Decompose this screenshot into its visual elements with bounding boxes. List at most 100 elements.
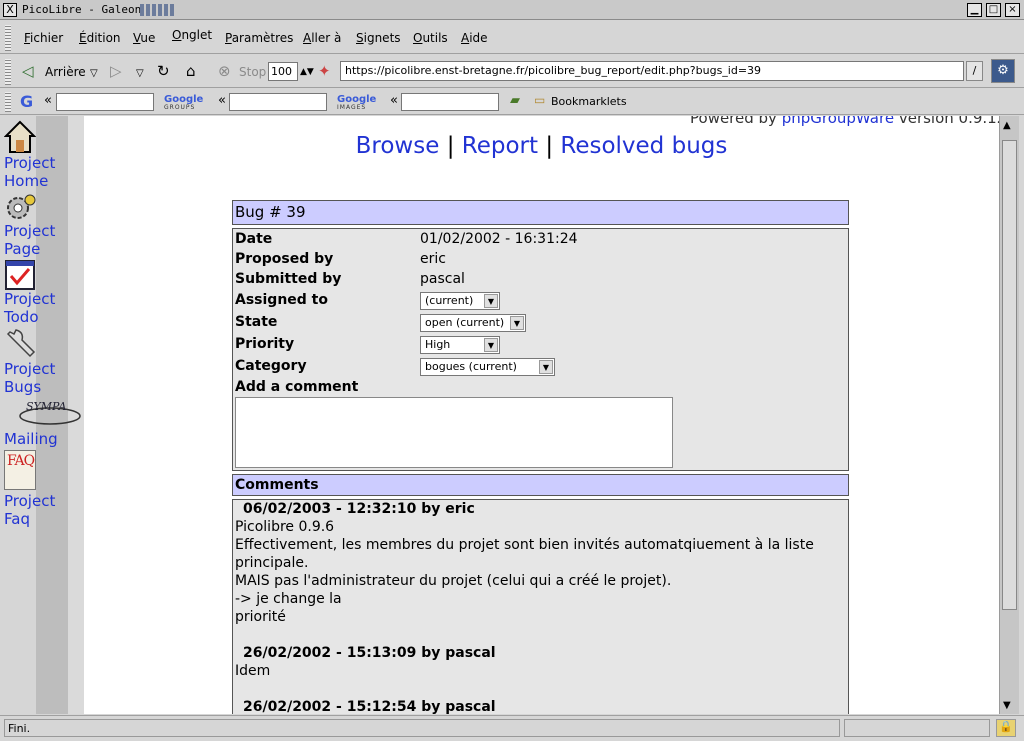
toolbar-grip[interactable] bbox=[5, 25, 11, 51]
url-field[interactable]: https://picolibre.enst-bretagne.fr/picol… bbox=[340, 61, 964, 81]
folder-icon[interactable]: ▭ bbox=[534, 93, 545, 107]
comment-textarea[interactable] bbox=[235, 397, 673, 468]
comments-list: 06/02/2003 - 12:32:10 by eric Picolibre … bbox=[232, 499, 849, 714]
book-icon[interactable]: ▰ bbox=[510, 93, 520, 108]
images-search-input[interactable] bbox=[401, 93, 499, 111]
back-arrow-icon[interactable]: ◁ bbox=[22, 64, 34, 79]
category-select[interactable]: bogues (current) ▼ bbox=[420, 358, 555, 376]
google-chevron-icon[interactable]: « bbox=[44, 93, 52, 108]
assigned-to-label: Assigned to bbox=[235, 292, 328, 308]
toolbar-grip[interactable] bbox=[5, 92, 11, 112]
comment-text: Idem bbox=[235, 663, 271, 679]
close-button[interactable]: × bbox=[1005, 3, 1020, 17]
google-g-icon[interactable]: G bbox=[20, 92, 33, 111]
menu-edition[interactable]: Édition bbox=[79, 31, 121, 45]
comment-text: Effectivement, les membres du projet son… bbox=[235, 537, 814, 553]
stop-button[interactable]: Stop bbox=[239, 65, 266, 79]
faq-logo-icon[interactable]: FAQ bbox=[4, 450, 36, 490]
groups-search-input[interactable] bbox=[229, 93, 327, 111]
images-chevron-icon[interactable]: « bbox=[390, 93, 398, 108]
groups-chevron-icon[interactable]: « bbox=[218, 93, 226, 108]
wrench-icon[interactable] bbox=[4, 328, 38, 358]
resolved-bugs-link[interactable]: Resolved bugs bbox=[560, 133, 727, 159]
url-go-button[interactable]: / bbox=[966, 61, 983, 81]
scroll-down-arrow-icon[interactable]: ▼ bbox=[1003, 700, 1011, 711]
priority-label: Priority bbox=[235, 336, 295, 352]
todo-checkbox-icon[interactable] bbox=[5, 260, 35, 290]
gear-icon[interactable] bbox=[4, 192, 38, 222]
sidebar-item-project-home[interactable]: Project Home bbox=[4, 154, 55, 190]
comment-heading: 26/02/2002 - 15:13:09 by pascal bbox=[243, 645, 496, 661]
menu-signets[interactable]: Signets bbox=[356, 31, 401, 45]
menu-parametres[interactable]: Paramètres bbox=[225, 31, 293, 45]
stop-icon[interactable]: ⊗ bbox=[218, 64, 231, 79]
google-images-logo[interactable]: Google IMAGES bbox=[337, 94, 376, 111]
menu-onglet[interactable]: Onglet bbox=[172, 28, 212, 42]
bug-header: Bug # 39 bbox=[232, 200, 849, 225]
google-groups-logo[interactable]: Google GROUPS bbox=[164, 94, 203, 111]
dropdown-arrow-icon[interactable]: ▼ bbox=[484, 338, 498, 352]
vertical-scrollbar[interactable]: ▲ ▼ bbox=[999, 116, 1019, 714]
status-bar: Fini. 🔒 bbox=[0, 715, 1024, 741]
sympa-logo-icon[interactable]: SYMPA bbox=[18, 398, 82, 426]
state-label: State bbox=[235, 314, 278, 330]
back-button[interactable]: Arrière bbox=[45, 65, 86, 79]
back-history-chevron-icon[interactable]: ▽ bbox=[90, 67, 98, 81]
comment-heading: 06/02/2003 - 12:32:10 by eric bbox=[243, 501, 475, 517]
bookmarklets-button[interactable]: Bookmarklets bbox=[551, 95, 627, 108]
page-content: Powered by phpGroupWare version 0.9.12 B… bbox=[84, 116, 999, 714]
toolbar-grip[interactable] bbox=[5, 59, 11, 85]
galeon-logo-icon[interactable]: ⚙ bbox=[991, 59, 1015, 83]
forward-history-chevron-icon[interactable]: ▽ bbox=[136, 67, 144, 81]
sidebar-item-project-page[interactable]: Project Page bbox=[4, 222, 55, 258]
proposed-by-value: eric bbox=[420, 251, 446, 267]
forward-arrow-icon[interactable]: ▷ bbox=[110, 64, 122, 79]
date-label: Date bbox=[235, 231, 273, 247]
scroll-up-arrow-icon[interactable]: ▲ bbox=[1003, 120, 1011, 131]
window-menu-icon[interactable]: X bbox=[3, 3, 17, 17]
comment-text: Picolibre 0.9.6 bbox=[235, 519, 335, 535]
sidebar-item-project-faq[interactable]: Project Faq bbox=[4, 492, 55, 528]
reload-icon[interactable]: ↻ bbox=[157, 64, 170, 79]
bug-details: Date 01/02/2002 - 16:31:24 Proposed by e… bbox=[232, 228, 849, 471]
sidebar-item-project-todo[interactable]: Project Todo bbox=[4, 290, 55, 326]
comment-text: -> je change la bbox=[235, 591, 342, 607]
menu-fichier[interactable]: Fichier bbox=[24, 31, 63, 45]
zoom-field[interactable]: 100 bbox=[268, 62, 298, 81]
secure-lock-icon[interactable]: 🔒 bbox=[996, 719, 1016, 737]
dropdown-arrow-icon[interactable]: ▼ bbox=[539, 360, 553, 374]
dropdown-arrow-icon[interactable]: ▼ bbox=[510, 316, 524, 330]
submitted-by-label: Submitted by bbox=[235, 271, 342, 287]
scrollbar-thumb[interactable] bbox=[1002, 140, 1017, 610]
sidebar-item-project-bugs[interactable]: Project Bugs bbox=[4, 360, 55, 396]
menu-outils[interactable]: Outils bbox=[413, 31, 448, 45]
comment-text: principale. bbox=[235, 555, 309, 571]
priority-select[interactable]: High ▼ bbox=[420, 336, 500, 354]
menu-vue[interactable]: Vue bbox=[133, 31, 155, 45]
comment-text: priorité bbox=[235, 609, 286, 625]
zoom-spinner-icon[interactable]: ▲▼ bbox=[300, 65, 314, 79]
submitted-by-value: pascal bbox=[420, 271, 465, 287]
phpgroupware-link[interactable]: phpGroupWare bbox=[782, 116, 894, 127]
window-titlebar: X PicoLibre - Galeon ▁ □ × bbox=[0, 0, 1024, 20]
google-toolbar: G « Google GROUPS « Google IMAGES « ▰ ▭ Bo… bbox=[0, 89, 1024, 115]
menu-aller-a[interactable]: Aller à bbox=[303, 31, 341, 45]
comment-text: MAIS pas l'administrateur du projet (cel… bbox=[235, 573, 672, 589]
bug-nav: Browse | Report | Resolved bugs bbox=[355, 133, 728, 159]
assigned-to-select[interactable]: (current) ▼ bbox=[420, 292, 500, 310]
dropdown-arrow-icon[interactable]: ▼ bbox=[484, 294, 498, 308]
minimize-button[interactable]: ▁ bbox=[967, 3, 982, 17]
menu-bar: Fichier Édition Vue Onglet Paramètres Al… bbox=[0, 21, 1024, 54]
menu-aide[interactable]: Aide bbox=[461, 31, 488, 45]
comments-header: Comments bbox=[232, 474, 849, 496]
home-house-icon[interactable] bbox=[4, 120, 36, 154]
home-icon[interactable]: ⌂ bbox=[186, 64, 196, 79]
status-text: Fini. bbox=[4, 719, 840, 737]
site-icon[interactable]: ✦ bbox=[318, 64, 331, 79]
google-search-input[interactable] bbox=[56, 93, 154, 111]
powered-by-line: Powered by phpGroupWare version 0.9.12 bbox=[690, 116, 999, 127]
report-link[interactable]: Report bbox=[462, 133, 538, 159]
maximize-button[interactable]: □ bbox=[986, 3, 1001, 17]
browse-link[interactable]: Browse bbox=[356, 133, 440, 159]
state-select[interactable]: open (current) ▼ bbox=[420, 314, 526, 332]
